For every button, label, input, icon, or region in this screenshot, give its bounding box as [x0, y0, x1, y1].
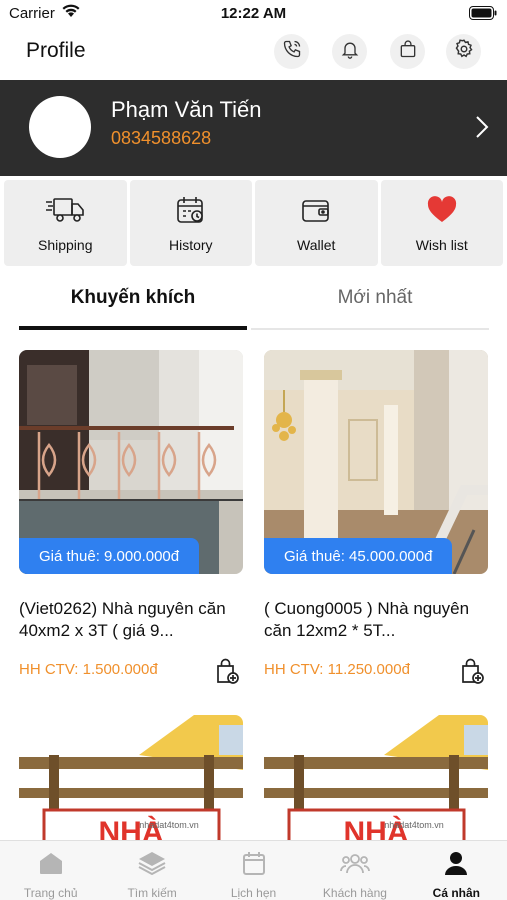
active-tab-indicator	[19, 326, 247, 330]
nav-personal-label: Cá nhân	[432, 886, 480, 900]
product-card[interactable]: Giá thuê: 9.000.000đ (Viet0262) Nhà nguy…	[19, 350, 243, 684]
clock: 12:22 AM	[220, 5, 287, 22]
user-icon	[444, 851, 468, 880]
wish-list-label: Wish list	[415, 237, 468, 253]
customers-icon	[340, 851, 370, 880]
wish-list-button[interactable]: Wish list	[380, 180, 503, 266]
commission-amount: HH CTV: 11.250.000đ	[264, 661, 410, 678]
profile-banner[interactable]: Phạm Văn Tiến 0834588628	[0, 80, 507, 176]
product-title[interactable]: (Viet0262) Nhà nguyên căn 40xm2 x 3T ( g…	[19, 598, 243, 642]
product-image[interactable]: Giá thuê: 9.000.000đ	[19, 350, 243, 574]
shipping-label: Shipping	[38, 237, 93, 253]
placeholder-house-image: NHÀ nhadat4tom.vn	[19, 715, 243, 845]
tab-moi-nhat[interactable]: Mới nhất	[261, 283, 489, 333]
product-card-partial[interactable]: NHÀ nhadat4tom.vn	[264, 715, 488, 845]
settings-button[interactable]	[446, 34, 481, 69]
wallet-button[interactable]: Wallet	[255, 180, 378, 266]
heart-icon	[427, 196, 457, 229]
commission-row: HH CTV: 1.500.000đ	[19, 658, 243, 684]
add-to-cart-icon[interactable]	[215, 658, 239, 689]
notifications-button[interactable]	[332, 34, 367, 69]
rent-price-badge: Giá thuê: 45.000.000đ	[264, 538, 453, 574]
phone-call-icon	[282, 39, 302, 64]
chevron-right-icon[interactable]	[475, 115, 489, 144]
tab-divider	[251, 328, 489, 330]
bottom-nav: Trang chủ Tìm kiếm Lịch hẹn Khách hàng C…	[0, 840, 507, 900]
cart-button[interactable]	[390, 34, 425, 69]
status-bar: Carrier 12:22 AM	[0, 0, 507, 28]
product-image[interactable]: Giá thuê: 45.000.000đ	[264, 350, 488, 574]
delivery-truck-icon	[45, 196, 85, 229]
history-label: History	[168, 237, 213, 253]
sign-domain: nhadat4tom.vn	[139, 820, 199, 830]
calendar-icon	[242, 851, 266, 880]
avatar[interactable]	[29, 96, 91, 158]
wallet-label: Wallet	[297, 237, 336, 253]
calendar-history-icon	[176, 196, 206, 229]
shipping-button[interactable]: Shipping	[4, 180, 127, 266]
profile-name: Phạm Văn Tiến	[111, 97, 262, 122]
phone-call-button[interactable]	[274, 34, 309, 69]
home-icon	[38, 851, 64, 880]
product-card-partial[interactable]: NHÀ nhadat4tom.vn	[19, 715, 243, 845]
shopping-bag-icon	[398, 39, 418, 64]
bell-icon	[340, 39, 360, 64]
product-card[interactable]: Giá thuê: 45.000.000đ ( Cuong0005 ) Nhà …	[264, 350, 488, 684]
nav-search[interactable]: Tìm kiếm	[101, 841, 202, 900]
nav-appointments-label: Lịch hẹn	[230, 886, 277, 900]
sign-domain: nhadat4tom.vn	[384, 820, 444, 830]
nav-home-label: Trang chủ	[23, 886, 78, 900]
history-button[interactable]: History	[129, 180, 252, 266]
placeholder-house-image: NHÀ nhadat4tom.vn	[264, 715, 488, 845]
product-tabs: Khuyến khích Mới nhất	[19, 283, 489, 333]
nav-appointments[interactable]: Lịch hẹn	[203, 841, 304, 900]
nav-customers[interactable]: Khách hàng	[304, 841, 405, 900]
rent-price-badge: Giá thuê: 9.000.000đ	[19, 538, 200, 574]
quick-actions: Shipping History Wallet Wish list	[4, 180, 503, 266]
nav-customers-label: Khách hàng	[322, 886, 387, 900]
nav-search-label: Tìm kiếm	[127, 886, 177, 900]
product-title[interactable]: ( Cuong0005 ) Nhà nguyên căn 12xm2 * 5T.…	[264, 598, 488, 642]
add-to-cart-icon[interactable]	[460, 658, 484, 689]
commission-row: HH CTV: 11.250.000đ	[264, 658, 488, 684]
commission-amount: HH CTV: 1.500.000đ	[19, 661, 158, 678]
page-title: Profile	[26, 39, 86, 62]
profile-phone: 0834588628	[111, 128, 212, 148]
layers-icon	[138, 851, 166, 880]
app-header: Profile	[0, 28, 507, 80]
battery-icon	[469, 6, 497, 25]
nav-personal[interactable]: Cá nhân	[406, 841, 507, 900]
nav-home[interactable]: Trang chủ	[0, 841, 101, 900]
wallet-icon	[301, 196, 331, 229]
gear-icon	[453, 38, 475, 65]
